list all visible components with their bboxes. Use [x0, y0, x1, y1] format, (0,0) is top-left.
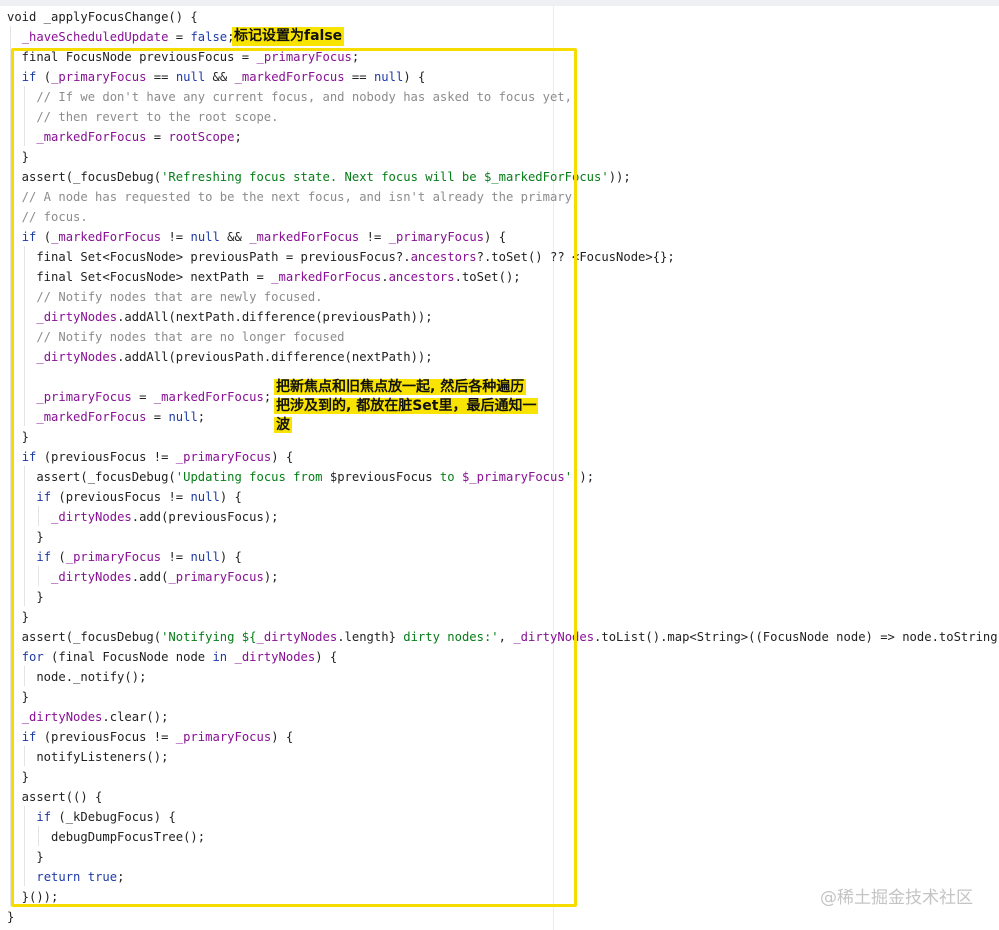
annotation-note-2-line-3: 波: [274, 417, 292, 433]
code-token: ));: [608, 170, 631, 184]
code-line[interactable]: _haveScheduledUpdate = false;: [0, 27, 999, 47]
annotation-note-2: 把新焦点和旧焦点放一起, 然后各种遍历 把涉及到的, 都放在脏Set里，最后通知…: [274, 378, 566, 435]
code-line[interactable]: void _applyFocusChange() {: [0, 7, 999, 27]
editor-top-bar: [0, 0, 999, 6]
annotation-note-2-line-1: 把新焦点和旧焦点放一起, 然后各种遍历: [274, 379, 527, 395]
annotation-note-2-line-2: 把涉及到的, 都放在脏Set里，最后通知一: [274, 398, 539, 414]
code-token: }: [7, 910, 15, 924]
code-token: =: [168, 30, 191, 44]
highlight-box: [11, 48, 577, 907]
code-line[interactable]: }: [0, 907, 999, 927]
watermark: @稀土掘金技术社区: [820, 888, 973, 908]
annotation-note-1: 标记设置为false: [232, 27, 345, 46]
code-token: _haveScheduledUpdate: [21, 30, 169, 44]
code-token: void _applyFocusChange() {: [7, 10, 198, 24]
code-token: .toList().map<String>((FocusNode node) =…: [594, 630, 999, 644]
code-token: false: [190, 30, 228, 44]
